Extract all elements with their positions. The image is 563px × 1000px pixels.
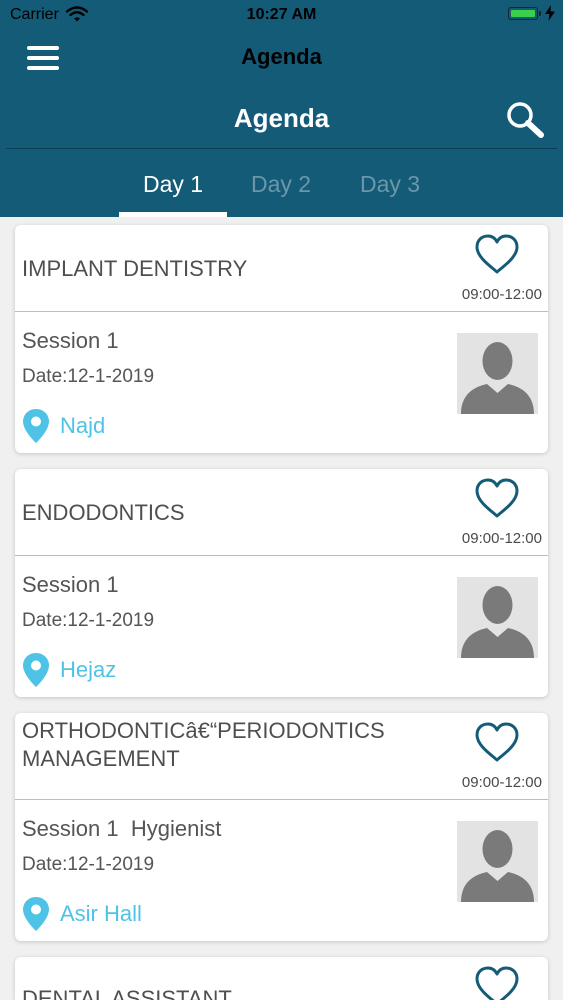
card-divider [15,799,548,800]
nav-title: Agenda [241,44,322,69]
session-card[interactable]: IMPLANT DENTISTRY 09:00-12:00 Session 1 … [15,225,548,453]
session-date: Date:12-1-2019 [22,854,155,875]
charging-bolt-icon [545,5,555,21]
session-card[interactable]: ENDODONTICS 09:00-12:00 Session 1 Date:1… [15,469,548,697]
avatar-placeholder-icon [457,577,538,658]
session-name: Session 1 [22,328,119,353]
active-tab-indicator [119,212,227,217]
battery-icon [508,7,538,20]
session-location[interactable]: Asir Hall [60,901,142,927]
session-card[interactable]: ORTHODONTICâ€“PERIODONTICS MANAGEMENT 09… [15,713,548,941]
heart-icon[interactable] [473,476,521,520]
session-date: Date:12-1-2019 [22,610,155,631]
heart-icon[interactable] [473,720,521,764]
battery-tip [539,11,541,16]
session-date: Date:12-1-2019 [22,366,155,387]
session-title: IMPLANT DENTISTRY [22,256,248,281]
tab-day-1[interactable]: Day 1 [119,168,227,217]
search-icon[interactable] [504,100,546,140]
session-time: 09:00-12:00 [461,286,542,303]
heart-icon[interactable] [473,232,521,276]
avatar-placeholder-icon [457,821,538,902]
avatar-placeholder-icon [457,333,538,414]
heart-icon[interactable] [473,964,521,1000]
session-title: DENTAL ASSISTANT [22,986,232,1000]
location-pin-icon [23,653,49,687]
header-divider [6,148,557,149]
session-card[interactable]: DENTAL ASSISTANT [15,957,548,1000]
session-title: ORTHODONTICâ€“PERIODONTICS MANAGEMENT [22,718,385,771]
page-title: Agenda [233,103,330,133]
status-time: 10:27 AM [246,6,317,23]
session-time: 09:00-12:00 [461,530,542,547]
tab-day-3[interactable]: Day 3 [336,168,444,217]
session-name: Session 1 [22,572,119,597]
session-location[interactable]: Najd [60,413,105,439]
app-header: Carrier 10:27 AM Agenda Agenda Day 1 Day… [0,0,563,217]
status-bar: Carrier 10:27 AM [0,0,563,30]
card-divider [15,311,548,312]
session-name: Session 1 Hygienist [22,816,222,841]
session-time: 09:00-12:00 [461,774,542,791]
card-divider [15,555,548,556]
location-pin-icon [23,897,49,931]
session-title: ENDODONTICS [22,500,185,525]
tab-day-2[interactable]: Day 2 [227,168,335,217]
location-pin-icon [23,409,49,443]
session-location[interactable]: Hejaz [60,657,116,683]
